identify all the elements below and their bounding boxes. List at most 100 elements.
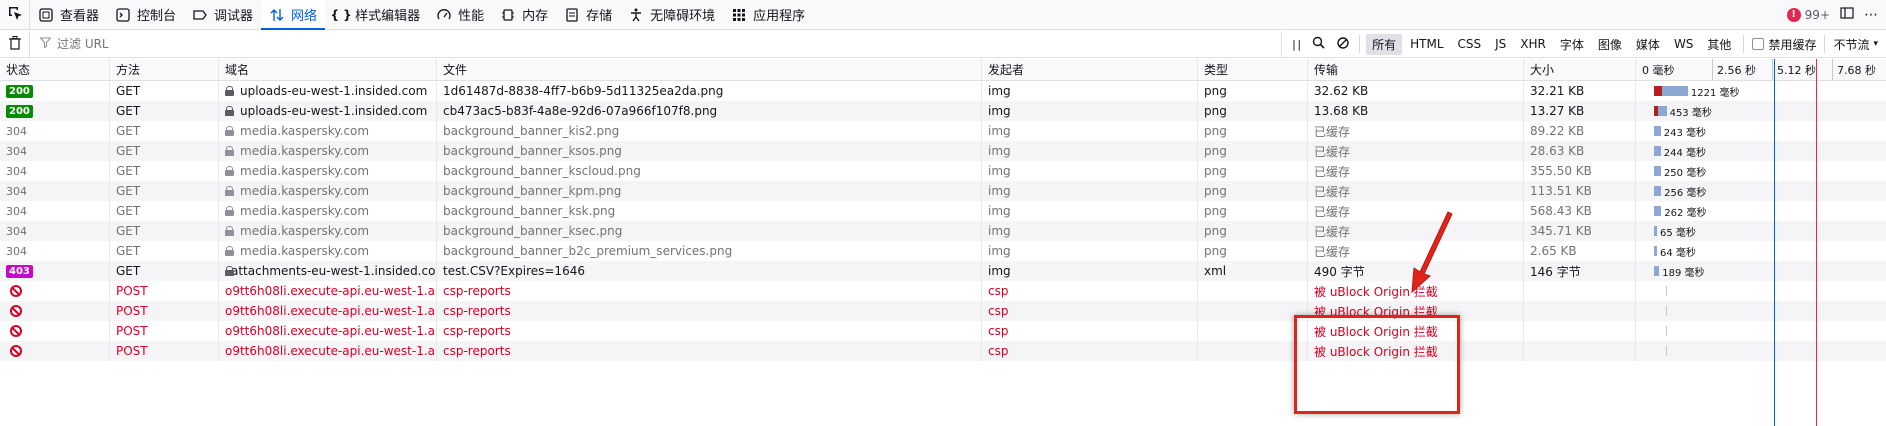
tab-network[interactable]: 网络 — [261, 0, 326, 30]
waterfall-time-label: 189 毫秒 — [1662, 268, 1705, 279]
type-filter-button[interactable]: 图像 — [1592, 34, 1628, 55]
tab-label: 样式编辑器 — [355, 9, 421, 24]
initiator-cell[interactable]: img — [982, 101, 1198, 121]
column-header-type[interactable]: 类型 — [1198, 59, 1308, 80]
tab-style-editor[interactable]: { } 样式编辑器 — [325, 0, 428, 30]
column-header-domain[interactable]: 域名 — [219, 59, 437, 80]
element-picker-button[interactable] — [0, 0, 30, 30]
type-cell — [1198, 321, 1308, 341]
column-header-transferred[interactable]: 传输 — [1308, 59, 1524, 80]
blocked-icon — [10, 305, 22, 317]
transferred-cell: 已缓存 — [1308, 141, 1524, 161]
disable-cache-checkbox[interactable]: 禁用缓存 — [1744, 36, 1824, 53]
initiator-cell[interactable]: img — [982, 181, 1198, 201]
initiator-cell[interactable]: img — [982, 221, 1198, 241]
table-row[interactable]: 304 GET media.kaspersky.com background_bann… — [0, 161, 1886, 181]
table-row[interactable]: 200 GET uploads-eu-west-1.insided.com 1d614… — [0, 81, 1886, 101]
type-filter-button[interactable]: 字体 — [1554, 34, 1590, 55]
filter-url-input[interactable] — [57, 37, 657, 51]
type-filter-button[interactable]: 其他 — [1701, 34, 1737, 55]
status-cell: 304 — [0, 221, 110, 241]
initiator-cell[interactable]: img — [982, 81, 1198, 101]
table-row[interactable]: 304 GET media.kaspersky.com background_bann… — [0, 201, 1886, 221]
blocked-icon — [10, 325, 22, 337]
initiator-cell[interactable]: csp — [982, 321, 1198, 341]
status-code: 304 — [6, 244, 27, 258]
waterfall-tick-label: 7.68 秒 — [1832, 59, 1876, 80]
table-row[interactable]: 304 GET media.kaspersky.com background_bann… — [0, 141, 1886, 161]
table-row[interactable]: 304 GET media.kaspersky.com background_bann… — [0, 121, 1886, 141]
tab-storage[interactable]: 存储 — [556, 0, 620, 30]
type-filter-button[interactable]: HTML — [1404, 35, 1449, 53]
initiator-cell[interactable]: csp — [982, 281, 1198, 301]
table-row[interactable]: 304 GET media.kaspersky.com background_bann… — [0, 181, 1886, 201]
tab-debugger[interactable]: 调试器 — [184, 0, 261, 30]
file-cell: csp-reports — [437, 281, 982, 301]
initiator-cell[interactable]: csp — [982, 301, 1198, 321]
tab-console[interactable]: 控制台 — [107, 0, 184, 30]
tab-performance[interactable]: 性能 — [428, 0, 492, 30]
domain-cell: o9tt6h08li.execute-api.eu-west-1.ama... — [219, 341, 437, 361]
tab-label: 性能 — [458, 9, 485, 24]
initiator-cell[interactable]: img — [982, 201, 1198, 221]
table-row[interactable]: 403 GET attachments-eu-west-1.insided.com t… — [0, 261, 1886, 281]
lock-icon — [225, 86, 234, 96]
initiator-cell[interactable]: csp — [982, 341, 1198, 361]
clear-button[interactable] — [0, 30, 30, 58]
initiator-cell[interactable]: img — [982, 141, 1198, 161]
url-filter[interactable] — [30, 31, 1281, 58]
column-header-size[interactable]: 大小 — [1524, 59, 1636, 80]
file-cell: 1d61487d-8838-4ff7-b6b9-5d11325ea2da.png — [437, 81, 982, 101]
type-filter-button[interactable]: 媒体 — [1630, 34, 1666, 55]
waterfall-bar-pending — [1666, 286, 1667, 296]
column-header-initiator[interactable]: 发起者 — [982, 59, 1198, 80]
error-count-badge[interactable]: ! 99+ — [1786, 7, 1830, 22]
table-row[interactable]: POST o9tt6h08li.execute-api.eu-west-1.ama… — [0, 281, 1886, 301]
initiator-cell[interactable]: img — [982, 161, 1198, 181]
column-header-status[interactable]: 状态 — [0, 59, 110, 80]
tab-accessibility[interactable]: 无障碍环境 — [620, 0, 723, 30]
table-row[interactable]: POST o9tt6h08li.execute-api.eu-west-1.ama… — [0, 341, 1886, 361]
type-filter-button[interactable]: WS — [1668, 35, 1699, 53]
table-row[interactable]: POST o9tt6h08li.execute-api.eu-west-1.ama… — [0, 321, 1886, 341]
column-header-method[interactable]: 方法 — [110, 59, 219, 80]
initiator-cell[interactable]: img — [982, 241, 1198, 261]
table-row[interactable]: 304 GET media.kaspersky.com background_bann… — [0, 241, 1886, 261]
pick-element-icon — [7, 5, 23, 24]
waterfall-bar — [1654, 166, 1661, 176]
type-filter-button[interactable]: XHR — [1514, 35, 1552, 53]
table-row[interactable]: POST o9tt6h08li.execute-api.eu-west-1.ama… — [0, 301, 1886, 321]
status-cell — [0, 341, 110, 361]
tab-application[interactable]: 应用程序 — [723, 0, 813, 30]
waterfall-time-label: 243 毫秒 — [1663, 128, 1707, 139]
table-row[interactable]: 200 GET uploads-eu-west-1.insided.com cb473… — [0, 101, 1886, 121]
type-filter-button[interactable]: 所有 — [1366, 33, 1403, 55]
tab-inspector[interactable]: 查看器 — [30, 0, 107, 30]
size-cell: 13.27 KB — [1524, 101, 1636, 121]
search-icon[interactable] — [1312, 36, 1325, 52]
error-count: 99+ — [1804, 7, 1830, 22]
waterfall-cell: 262 毫秒 — [1636, 201, 1886, 221]
type-filter-button[interactable]: CSS — [1452, 35, 1488, 53]
memory-icon — [500, 7, 516, 23]
waterfall-cell: 243 毫秒 — [1636, 121, 1886, 141]
status-code: 304 — [6, 184, 27, 198]
throttling-select[interactable]: 不节流 ▾ — [1825, 36, 1886, 53]
more-options-icon[interactable]: ⋯ — [1864, 7, 1878, 23]
dock-icon[interactable] — [1840, 6, 1854, 23]
transferred-cell: 13.68 KB — [1308, 101, 1524, 121]
initiator-cell[interactable]: img — [982, 121, 1198, 141]
tab-memory[interactable]: 内存 — [492, 0, 556, 30]
column-header-waterfall[interactable]: 0 毫秒 2.56 秒 5.12 秒 7.68 秒 — [1636, 59, 1886, 80]
pause-icon[interactable]: | | — [1292, 38, 1301, 51]
request-type-filters: 所有 HTML CSS JS XHR 字体 图像 媒体 WS 其他 — [1360, 31, 1743, 58]
type-cell: png — [1198, 241, 1308, 261]
initiator-cell[interactable]: img — [982, 261, 1198, 281]
block-url-icon[interactable] — [1337, 36, 1349, 52]
table-row[interactable]: 304 GET media.kaspersky.com background_bann… — [0, 221, 1886, 241]
checkbox[interactable] — [1752, 38, 1765, 50]
waterfall-tick-label: 5.12 秒 — [1772, 59, 1816, 80]
column-header-file[interactable]: 文件 — [437, 59, 982, 80]
type-filter-button[interactable]: JS — [1489, 35, 1512, 53]
domain-cell: o9tt6h08li.execute-api.eu-west-1.ama... — [219, 321, 437, 341]
